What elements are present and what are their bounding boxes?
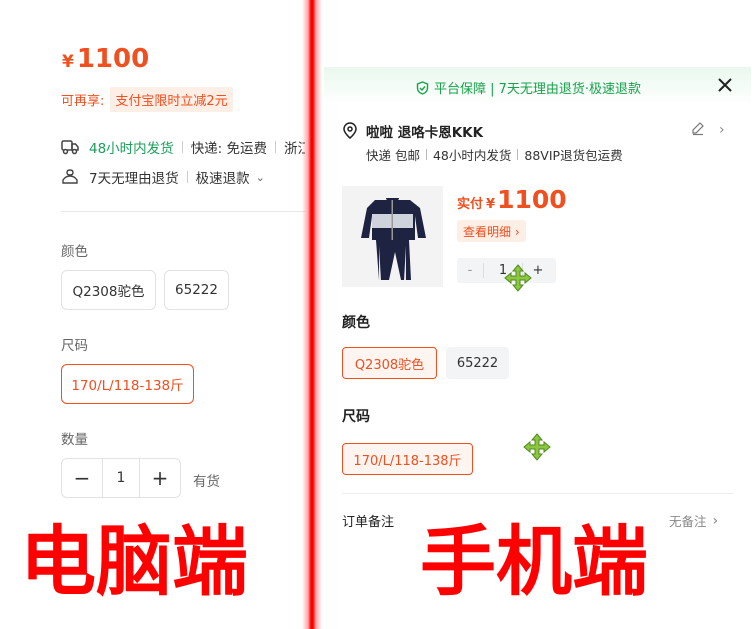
recipient-name: 啦啦 退咯卡恩KKK: [366, 125, 484, 141]
mobile-price: 实付 ¥ 1100: [457, 185, 567, 214]
divider: [342, 493, 734, 494]
location-pin-icon: [343, 122, 357, 139]
promo-tag[interactable]: 支付宝限时立减2元: [110, 87, 233, 112]
promo-row: 可再享: 支付宝限时立减2元: [61, 87, 233, 112]
tracksuit-image: [342, 186, 443, 287]
separator: [517, 149, 519, 160]
close-icon[interactable]: [716, 76, 734, 94]
product-thumbnail: [342, 186, 443, 287]
size-option-170[interactable]: 170/L/118-138斤: [61, 364, 194, 404]
size-option-170[interactable]: 170/L/118-138斤: [342, 443, 473, 475]
order-note-text: 无备注: [669, 514, 707, 529]
ship-speed: 48小时内发货: [89, 141, 174, 157]
return-icon: [62, 169, 78, 184]
quantity-label: 数量: [61, 432, 88, 448]
price-prefix: 实付: [457, 197, 484, 212]
address-block[interactable]: 啦啦 退咯卡恩KKK 快递 包邮 48小时内发货 88VIP退货包运费 ›: [342, 121, 734, 165]
separator: [181, 141, 183, 153]
desktop-price: ¥ 1100: [62, 44, 149, 74]
returns-row[interactable]: 7天无理由退货 极速退款 ⌄: [61, 167, 265, 187]
stock-status: 有货: [193, 474, 220, 490]
banner-text: 平台保障 | 7天无理由退货·极速退款: [434, 82, 642, 97]
shield-check-icon: [416, 80, 429, 95]
view-detail-link[interactable]: 查看明细 ›: [457, 220, 526, 242]
caption-desktop: 电脑端: [20, 517, 248, 606]
color-label: 颜色: [61, 244, 88, 260]
move-cursor-icon: [523, 433, 551, 461]
quantity-value[interactable]: 1: [102, 459, 140, 497]
price-currency: ¥: [486, 197, 496, 212]
truck-icon: [61, 140, 79, 155]
delivery-tag: 快递 包邮: [366, 148, 420, 163]
separator: [186, 171, 188, 183]
decrement-button[interactable]: -: [457, 263, 483, 278]
price-amount: 1100: [497, 185, 567, 214]
color-option-q2308[interactable]: Q2308驼色: [61, 270, 156, 310]
guarantee-banner: 平台保障 | 7天无理由退货·极速退款: [324, 67, 751, 105]
color-label: 颜色: [342, 315, 370, 331]
color-option-65222[interactable]: 65222: [446, 347, 509, 379]
chevron-down-icon: ⌄: [255, 170, 265, 184]
desktop-panel: ¥ 1100 可再享: 支付宝限时立减2元 48小时内发货 快递: 免运费 浙江…: [0, 0, 305, 629]
chevron-right-icon[interactable]: ›: [719, 122, 725, 138]
order-note-label: 订单备注: [342, 515, 395, 530]
separator: [275, 141, 277, 153]
size-label: 尺码: [342, 409, 370, 425]
separator: [425, 149, 427, 160]
delivery-tag: 88VIP退货包运费: [524, 148, 623, 163]
color-option-65222[interactable]: 65222: [164, 270, 229, 310]
increment-button[interactable]: +: [140, 459, 180, 497]
caption-mobile: 手机端: [420, 517, 648, 606]
delivery-tags: 快递 包邮 48小时内发货 88VIP退货包运费: [366, 145, 623, 164]
quantity-stepper: − 1 +: [61, 458, 181, 498]
color-option-q2308[interactable]: Q2308驼色: [342, 347, 437, 379]
price-amount: 1100: [76, 44, 150, 74]
returns-policy: 7天无理由退货: [89, 171, 179, 187]
edit-icon[interactable]: [690, 121, 705, 136]
ship-fee: 快递: 免运费: [190, 141, 268, 157]
order-note-value[interactable]: 无备注 ›: [669, 511, 718, 530]
divider: [61, 211, 305, 212]
returns-refund: 极速退款: [195, 171, 250, 187]
move-cursor-icon: [504, 264, 532, 292]
delivery-tag: 48小时内发货: [432, 148, 512, 163]
chevron-right-icon: ›: [712, 512, 719, 529]
decrement-button[interactable]: −: [62, 459, 102, 497]
red-divider-line: [302, 0, 322, 629]
size-label: 尺码: [61, 338, 88, 354]
banner-text-row: 平台保障 | 7天无理由退货·极速退款: [416, 78, 641, 97]
shipping-row: 48小时内发货 快递: 免运费 浙江: [61, 137, 305, 157]
promo-label: 可再享:: [61, 94, 105, 109]
price-currency: ¥: [62, 52, 74, 72]
